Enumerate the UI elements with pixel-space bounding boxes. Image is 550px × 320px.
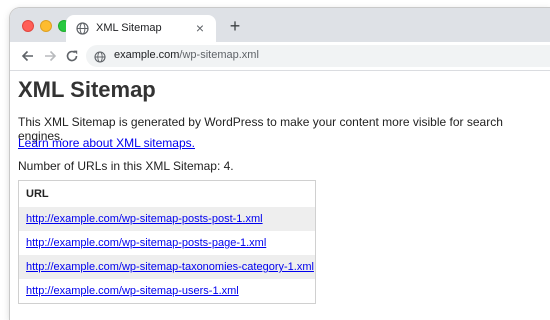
table-header-url: URL xyxy=(19,181,315,207)
back-arrow-icon[interactable] xyxy=(20,48,36,64)
minimize-window-button[interactable] xyxy=(40,20,52,32)
globe-icon xyxy=(76,22,89,35)
sitemap-url-link[interactable]: http://example.com/wp-sitemap-posts-post… xyxy=(26,213,263,225)
url-host: example.com xyxy=(114,49,180,61)
table-row: http://example.com/wp-sitemap-users-1.xm… xyxy=(19,279,315,303)
learn-more-link[interactable]: Learn more about XML sitemaps. xyxy=(18,136,195,150)
table-row: http://example.com/wp-sitemap-posts-post… xyxy=(19,207,315,231)
page-content: XML Sitemap This XML Sitemap is generate… xyxy=(10,71,550,320)
forward-arrow-icon[interactable] xyxy=(42,48,58,64)
page-title: XML Sitemap xyxy=(18,77,156,102)
new-tab-button[interactable]: + xyxy=(226,17,244,35)
url-path: /wp-sitemap.xml xyxy=(179,49,259,61)
url-count-text: Number of URLs in this XML Sitemap: 4. xyxy=(18,159,234,173)
site-info-icon[interactable] xyxy=(94,50,106,63)
tab-title: XML Sitemap xyxy=(96,22,162,34)
close-tab-icon[interactable]: × xyxy=(192,20,208,36)
close-window-button[interactable] xyxy=(22,20,34,32)
url-text: example.com/wp-sitemap.xml xyxy=(114,49,259,61)
table-row: http://example.com/wp-sitemap-taxonomies… xyxy=(19,255,315,279)
address-bar[interactable]: example.com/wp-sitemap.xml xyxy=(86,45,550,67)
table-row: http://example.com/wp-sitemap-posts-page… xyxy=(19,231,315,255)
sitemap-url-link[interactable]: http://example.com/wp-sitemap-posts-page… xyxy=(26,237,266,249)
browser-window: XML Sitemap × + example.com/wp-sitemap.x… xyxy=(10,8,550,320)
sitemap-table: URL http://example.com/wp-sitemap-posts-… xyxy=(18,180,316,304)
tab-strip: XML Sitemap × + xyxy=(10,8,550,42)
browser-toolbar: example.com/wp-sitemap.xml xyxy=(10,42,550,71)
reload-icon[interactable] xyxy=(64,48,80,64)
sitemap-url-link[interactable]: http://example.com/wp-sitemap-taxonomies… xyxy=(26,261,314,273)
sitemap-url-link[interactable]: http://example.com/wp-sitemap-users-1.xm… xyxy=(26,285,239,297)
tab-xml-sitemap[interactable]: XML Sitemap × xyxy=(66,15,216,42)
